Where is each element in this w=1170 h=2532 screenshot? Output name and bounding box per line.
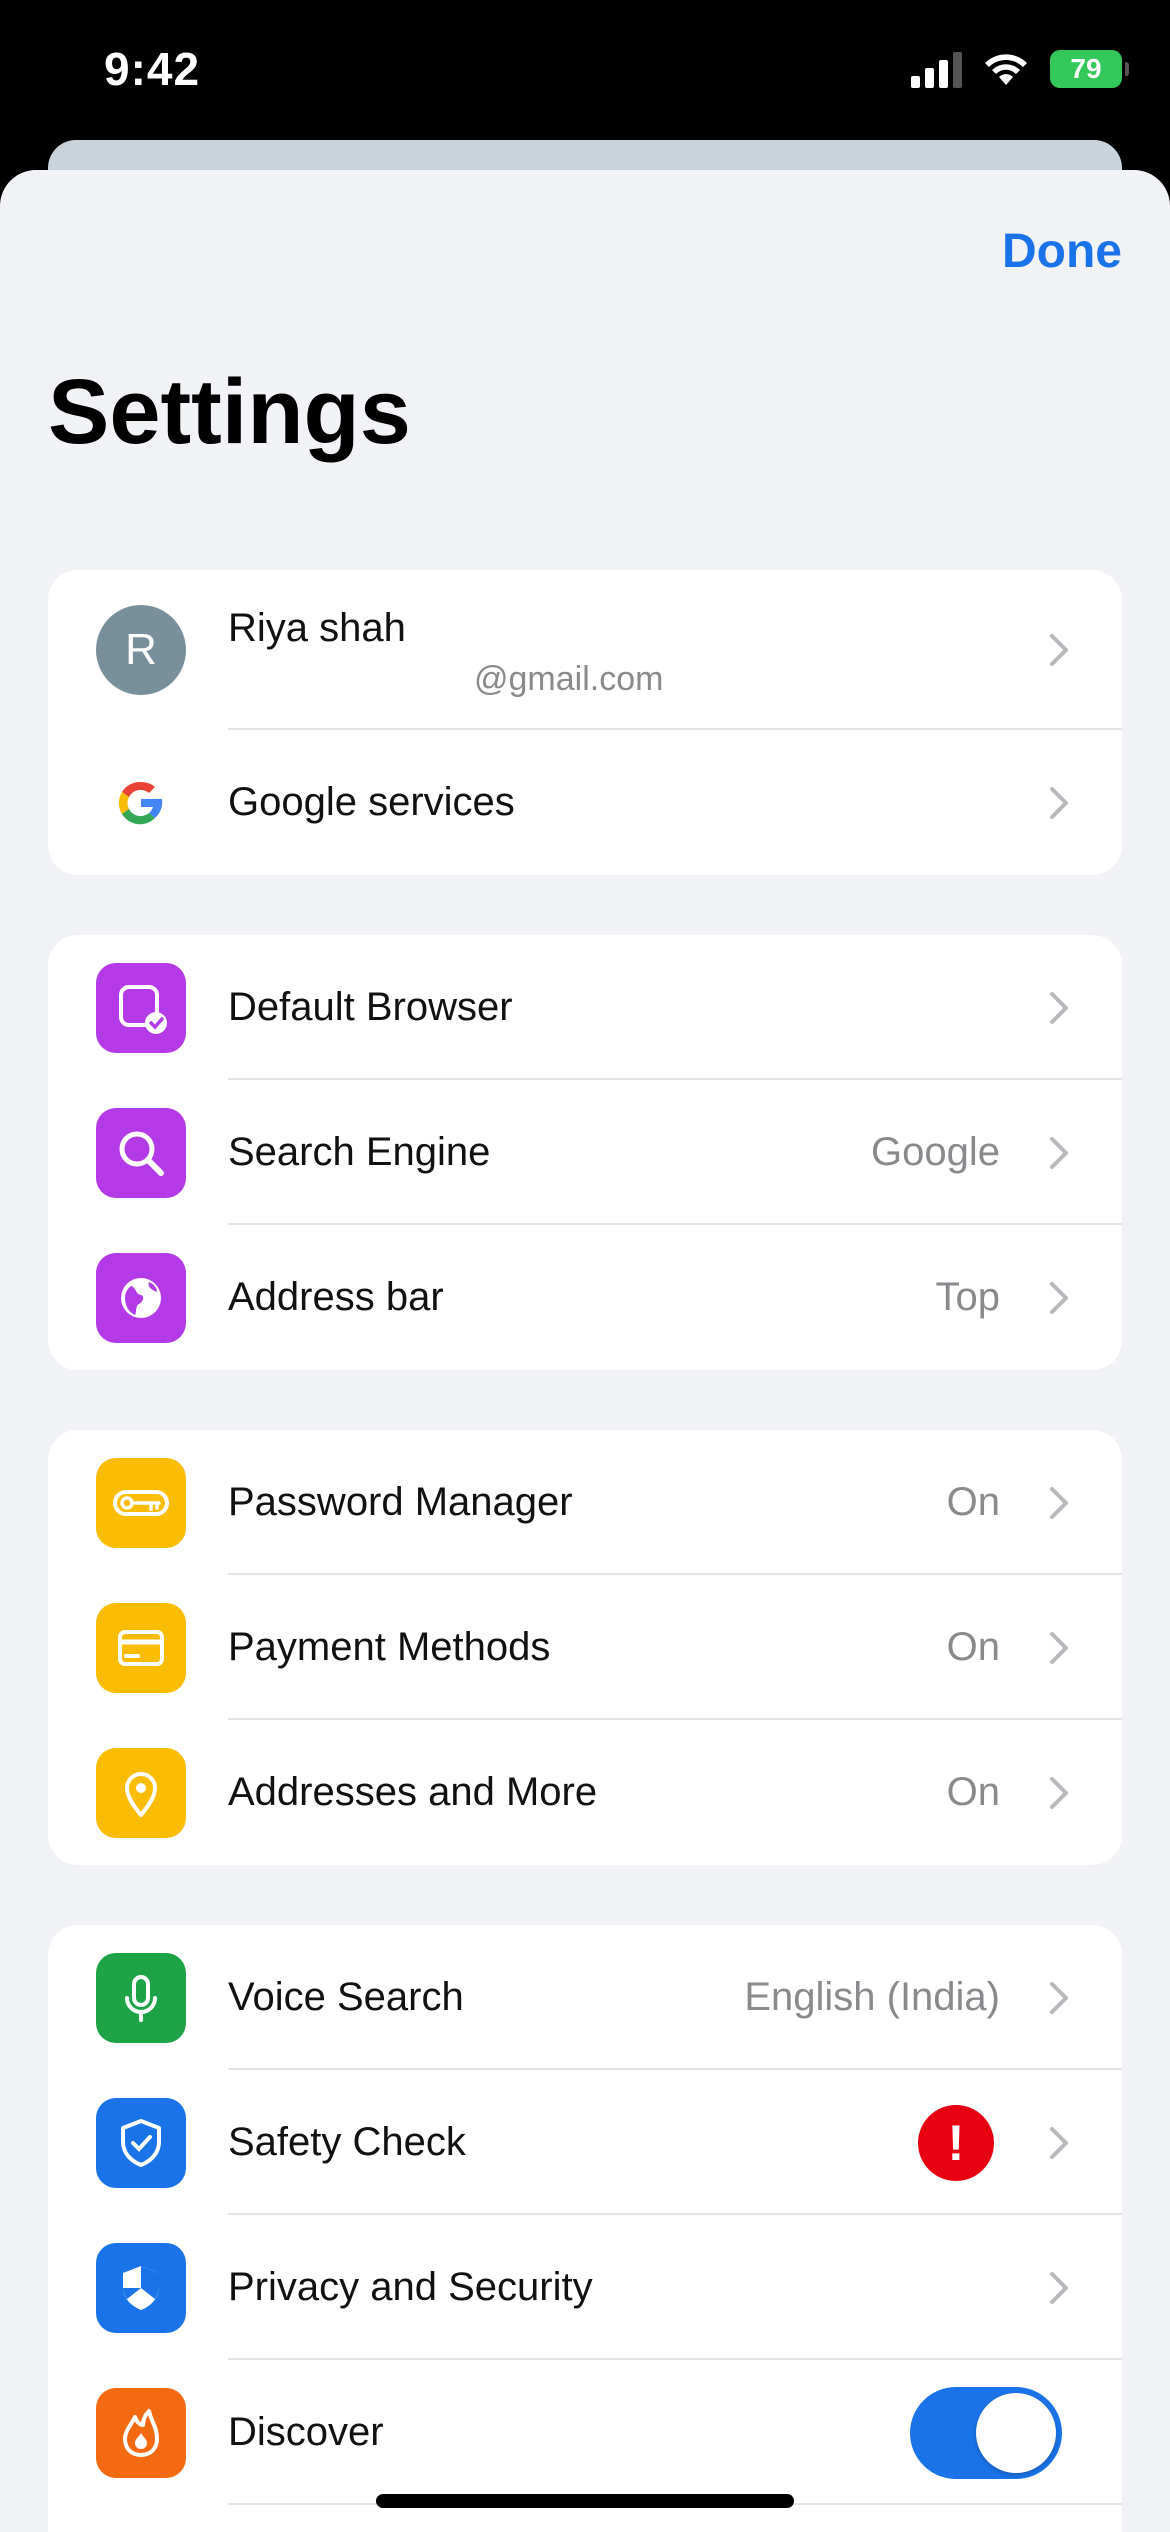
row-value: On xyxy=(946,1770,1000,1814)
location-pin-icon xyxy=(96,1747,186,1838)
row-label: Discover xyxy=(228,2410,384,2454)
row-label: Voice Search xyxy=(228,1975,464,2019)
status-bar: 9:42 79 xyxy=(0,0,1170,160)
avatar: R xyxy=(96,605,186,695)
profile-name: Riya shah xyxy=(228,606,406,650)
flame-icon xyxy=(96,2387,186,2478)
row-label: Default Browser xyxy=(228,985,513,1029)
default-browser-icon xyxy=(96,962,186,1053)
chevron-right-icon xyxy=(1044,1133,1074,1173)
page-title: Settings xyxy=(48,361,411,463)
settings-row-search-engine[interactable]: Search Engine Google xyxy=(48,1080,1122,1225)
battery-icon: 79 xyxy=(1050,50,1129,88)
chevron-right-icon xyxy=(1044,630,1074,670)
settings-row-addresses[interactable]: Addresses and More On xyxy=(48,1720,1122,1865)
settings-row-address-bar[interactable]: Address bar Top xyxy=(48,1225,1122,1370)
discover-toggle[interactable] xyxy=(910,2386,1062,2479)
row-value: English (India) xyxy=(744,1975,1000,2019)
chevron-right-icon xyxy=(1044,2123,1074,2163)
settings-sheet: Done Settings R Riya shah @gmail.com Goo… xyxy=(0,170,1170,2532)
chevron-right-icon xyxy=(1044,1773,1074,1813)
other-settings-group: Voice Search English (India) Safety Chec… xyxy=(48,1925,1122,2532)
settings-row-safety-check[interactable]: Safety Check ! xyxy=(48,2070,1122,2215)
microphone-icon xyxy=(96,1952,186,2043)
done-button[interactable]: Done xyxy=(1002,224,1122,279)
wifi-icon xyxy=(985,54,1027,85)
row-value: Top xyxy=(935,1275,1001,1319)
search-icon xyxy=(96,1107,186,1198)
settings-row-discover[interactable]: Discover xyxy=(48,2360,1122,2505)
status-icons: 79 xyxy=(911,50,1129,88)
settings-row-voice-search[interactable]: Voice Search English (India) xyxy=(48,1925,1122,2070)
chevron-right-icon xyxy=(1044,783,1074,823)
chevron-right-icon xyxy=(1044,1628,1074,1668)
chevron-right-icon xyxy=(1044,1278,1074,1318)
chevron-right-icon xyxy=(1044,1483,1074,1523)
browser-group: Default Browser Search Engine Google Add… xyxy=(48,935,1122,1370)
settings-row-partial[interactable] xyxy=(48,2505,1122,2532)
warning-badge: ! xyxy=(918,2104,994,2181)
profile-email: @gmail.com xyxy=(474,660,664,698)
account-group: R Riya shah @gmail.com Google services xyxy=(48,570,1122,875)
credit-card-icon xyxy=(96,1602,186,1693)
row-label: Privacy and Security xyxy=(228,2265,593,2309)
toggle-knob xyxy=(976,2392,1056,2473)
profile-row[interactable]: R Riya shah @gmail.com xyxy=(48,570,1122,730)
key-icon xyxy=(96,1457,186,1548)
chevron-right-icon xyxy=(1044,988,1074,1028)
settings-row-password-manager[interactable]: Password Manager On xyxy=(48,1430,1122,1575)
settings-row-default-browser[interactable]: Default Browser xyxy=(48,935,1122,1080)
row-value: On xyxy=(946,1480,1000,1524)
row-value: Google xyxy=(871,1130,1000,1174)
row-label: Address bar xyxy=(228,1275,444,1319)
globe-icon xyxy=(96,1252,186,1343)
shield-check-icon xyxy=(96,2097,186,2188)
shield-icon xyxy=(96,2242,186,2333)
chevron-right-icon xyxy=(1044,2268,1074,2308)
row-label: Search Engine xyxy=(228,1130,491,1174)
row-label: Safety Check xyxy=(228,2120,466,2164)
settings-row-payment-methods[interactable]: Payment Methods On xyxy=(48,1575,1122,1720)
settings-row-privacy-security[interactable]: Privacy and Security xyxy=(48,2215,1122,2360)
row-label: Addresses and More xyxy=(228,1770,598,1814)
status-time: 9:42 xyxy=(104,43,201,95)
chevron-right-icon xyxy=(1044,1978,1074,2018)
google-services-label: Google services xyxy=(228,780,515,824)
row-label: Password Manager xyxy=(228,1480,573,1524)
battery-level: 79 xyxy=(1070,53,1102,84)
row-label: Payment Methods xyxy=(228,1625,551,1669)
google-logo-icon xyxy=(96,758,186,848)
google-services-row[interactable]: Google services xyxy=(48,730,1122,875)
cellular-signal-icon xyxy=(911,50,962,88)
autofill-group: Password Manager On Payment Methods On A… xyxy=(48,1430,1122,1865)
home-indicator xyxy=(376,2494,794,2508)
row-value: On xyxy=(946,1625,1000,1669)
